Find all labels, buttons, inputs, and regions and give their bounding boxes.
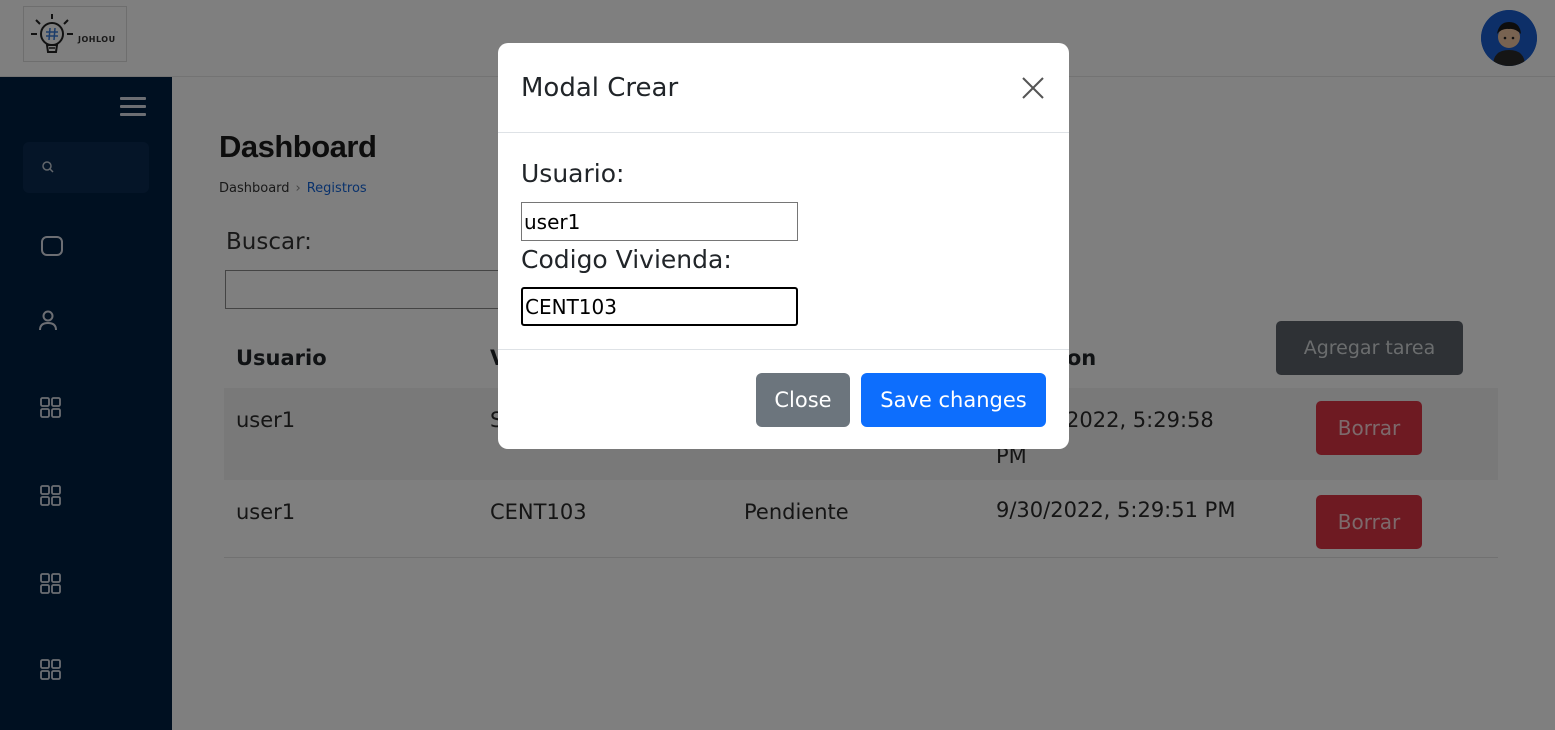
usuario-label: Usuario: [521, 159, 625, 188]
save-button[interactable]: Save changes [861, 373, 1046, 427]
modal-header: Modal Crear [498, 43, 1069, 133]
close-icon[interactable] [1018, 73, 1048, 103]
codigo-vivienda-input[interactable] [521, 287, 798, 326]
modal-title: Modal Crear [521, 73, 679, 103]
modal-footer: Close Save changes [498, 349, 1069, 449]
create-modal: Modal Crear Usuario: Codigo Vivienda: Cl… [498, 43, 1069, 449]
usuario-input[interactable] [521, 202, 798, 241]
codigo-vivienda-label: Codigo Vivienda: [521, 245, 732, 274]
close-button[interactable]: Close [756, 373, 850, 427]
